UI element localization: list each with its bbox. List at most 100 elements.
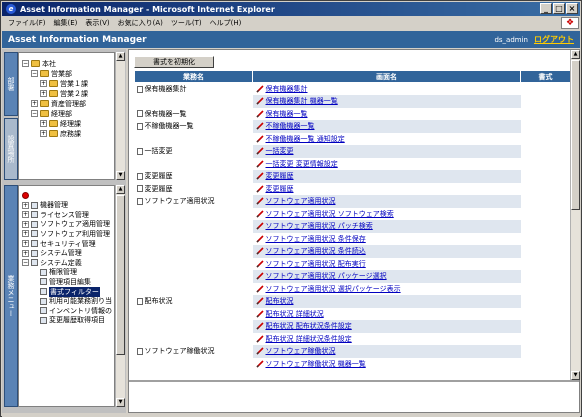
dept-tree-node[interactable]: + 資産管理部 (31, 99, 86, 108)
scroll-thumb[interactable] (571, 60, 580, 210)
menu-tree-node[interactable]: − システム定義 (22, 258, 82, 267)
dept-tree-node[interactable]: − 経理部 (31, 109, 72, 118)
dept-tree-node[interactable]: − 本社 (22, 59, 56, 68)
dept-tree-node[interactable]: + 庶務課 (40, 129, 81, 138)
screen-link[interactable]: 保有機器一覧 (266, 110, 308, 118)
screen-link[interactable]: ソフトウェア適用状況 条件保存 (266, 235, 366, 243)
screen-link[interactable]: 配布状況 (266, 297, 294, 305)
maximize-button[interactable]: □ (553, 3, 565, 14)
pencil-icon[interactable] (255, 285, 264, 293)
pencil-icon[interactable] (255, 135, 264, 143)
screen-link[interactable]: ソフトウェア適用状況 パッチ検索 (266, 222, 373, 230)
menu-favorites[interactable]: お気に入り(A) (114, 18, 167, 28)
logout-link[interactable]: ログアウト (534, 34, 574, 45)
screen-link[interactable]: 配布状況 詳細状況条件設定 (266, 335, 352, 343)
expand-icon[interactable]: + (22, 211, 29, 219)
tab-locations[interactable]: 設置場所 (4, 118, 18, 180)
menu-tree-node[interactable]: 権限管理 (31, 268, 77, 277)
scroll-down-arrow-icon[interactable]: ▼ (116, 171, 125, 180)
expand-icon[interactable]: + (22, 240, 29, 247)
screen-link[interactable]: ソフトウェア稼働状況 (266, 347, 336, 355)
pencil-icon[interactable] (255, 247, 264, 255)
pencil-icon[interactable] (255, 185, 264, 193)
menu-edit[interactable]: 編集(E) (50, 18, 82, 28)
expand-icon[interactable]: + (31, 100, 38, 107)
screen-link[interactable]: 配布状況 詳細状況 (266, 310, 324, 318)
pencil-icon[interactable] (255, 310, 264, 318)
menu-tree-node[interactable]: + 機器管理 (22, 201, 68, 210)
collapse-icon[interactable]: − (31, 110, 38, 117)
tree2-scrollbar[interactable]: ▲ ▼ (115, 185, 125, 407)
screen-link[interactable]: ソフトウェア適用状況 選択パッケージ表示 (266, 285, 401, 293)
screen-link[interactable]: ソフトウェア適用状況 条件読込 (266, 247, 366, 255)
menu-tree-node[interactable]: + ソフトウェア適用管理 (22, 220, 110, 229)
dept-tree-node[interactable]: + 経理課 (40, 119, 81, 128)
menu-tree-node[interactable]: + セキュリティ管理 (22, 239, 96, 248)
menu-tree-node[interactable]: + ライセンス管理 (22, 210, 89, 219)
expand-icon[interactable]: + (40, 120, 47, 127)
screen-link[interactable]: 不稼働機器一覧 (266, 122, 315, 130)
pencil-icon[interactable] (255, 347, 264, 355)
menu-tree-node[interactable]: インベントリ情報の (31, 306, 112, 315)
menu-tree-node[interactable]: 書式フィルター (31, 286, 100, 297)
screen-link[interactable]: 変更履歴 (266, 172, 294, 180)
pencil-icon[interactable] (255, 97, 264, 105)
pencil-icon[interactable] (255, 322, 264, 330)
screen-link[interactable]: 配布状況 配布状況条件設定 (266, 322, 352, 330)
expand-icon[interactable]: + (40, 90, 47, 97)
scroll-up-arrow-icon[interactable]: ▲ (116, 52, 125, 61)
collapse-icon[interactable]: − (22, 259, 29, 267)
pencil-icon[interactable] (255, 210, 264, 218)
menu-file[interactable]: ファイル(F) (4, 18, 50, 28)
pencil-icon[interactable] (255, 85, 264, 93)
menu-tree-node[interactable]: + システム管理 (22, 249, 82, 258)
tab-departments[interactable]: 部署 (4, 52, 18, 116)
screen-link[interactable]: ソフトウェア稼働状況 機器一覧 (266, 360, 366, 368)
pencil-icon[interactable] (255, 235, 264, 243)
pencil-icon[interactable] (255, 160, 264, 168)
pencil-icon[interactable] (255, 172, 264, 180)
collapse-icon[interactable]: − (31, 70, 38, 77)
scroll-up-arrow-icon[interactable]: ▲ (571, 50, 580, 59)
screen-link[interactable]: 保有機器集計 機器一覧 (266, 97, 338, 105)
pencil-icon[interactable] (255, 272, 264, 280)
collapse-icon[interactable]: − (22, 60, 29, 67)
pencil-icon[interactable] (255, 122, 264, 130)
pencil-icon[interactable] (255, 360, 264, 368)
screen-link[interactable]: 一括変更 (266, 147, 294, 155)
menu-help[interactable]: ヘルプ(H) (206, 18, 246, 28)
menu-tree-node[interactable]: 利用可能業務割り当 (31, 297, 112, 306)
screen-link[interactable]: ソフトウェア適用状況 パッケージ選択 (266, 272, 387, 280)
menu-view[interactable]: 表示(V) (81, 18, 113, 28)
expand-icon[interactable]: + (22, 249, 29, 257)
scroll-up-arrow-icon[interactable]: ▲ (116, 185, 125, 194)
dept-tree-node[interactable]: − 営業部 (31, 69, 72, 78)
screen-link[interactable]: 保有機器集計 (266, 85, 308, 93)
screen-link[interactable]: ソフトウェア適用状況 (266, 197, 336, 205)
menu-tree-node[interactable]: + ソフトウェア利用管理 (22, 229, 110, 238)
pencil-icon[interactable] (255, 222, 264, 230)
screen-link[interactable]: 変更履歴 (266, 185, 294, 193)
main-scrollbar[interactable]: ▲ ▼ (570, 50, 580, 380)
menu-tools[interactable]: ツール(T) (167, 18, 206, 28)
expand-icon[interactable]: + (40, 130, 47, 137)
pencil-icon[interactable] (255, 110, 264, 118)
pencil-icon[interactable] (255, 335, 264, 343)
scroll-thumb[interactable] (116, 195, 125, 355)
tree1-scrollbar[interactable]: ▲ ▼ (115, 52, 125, 180)
screen-link[interactable]: 一括変更 変更情報設定 (266, 160, 338, 168)
reset-format-button[interactable]: 書式を初期化 (134, 56, 214, 68)
dept-tree-node[interactable]: + 営業２課 (40, 89, 88, 98)
screen-link[interactable]: ソフトウェア適用状況 ソフトウェア検索 (266, 210, 394, 218)
expand-icon[interactable]: + (22, 201, 29, 209)
expand-icon[interactable]: + (22, 220, 29, 228)
minimize-button[interactable]: _ (540, 3, 552, 14)
pencil-icon[interactable] (255, 147, 264, 155)
menu-tree-node[interactable]: 管理項目編集 (31, 277, 91, 286)
scroll-down-arrow-icon[interactable]: ▼ (116, 398, 125, 407)
menu-tree-node[interactable]: 変更履歴取得項目 (31, 316, 105, 325)
pencil-icon[interactable] (255, 260, 264, 268)
expand-icon[interactable]: + (40, 80, 47, 87)
expand-icon[interactable]: + (22, 230, 29, 238)
screen-link[interactable]: ソフトウェア適用状況 配布実行 (266, 260, 366, 268)
